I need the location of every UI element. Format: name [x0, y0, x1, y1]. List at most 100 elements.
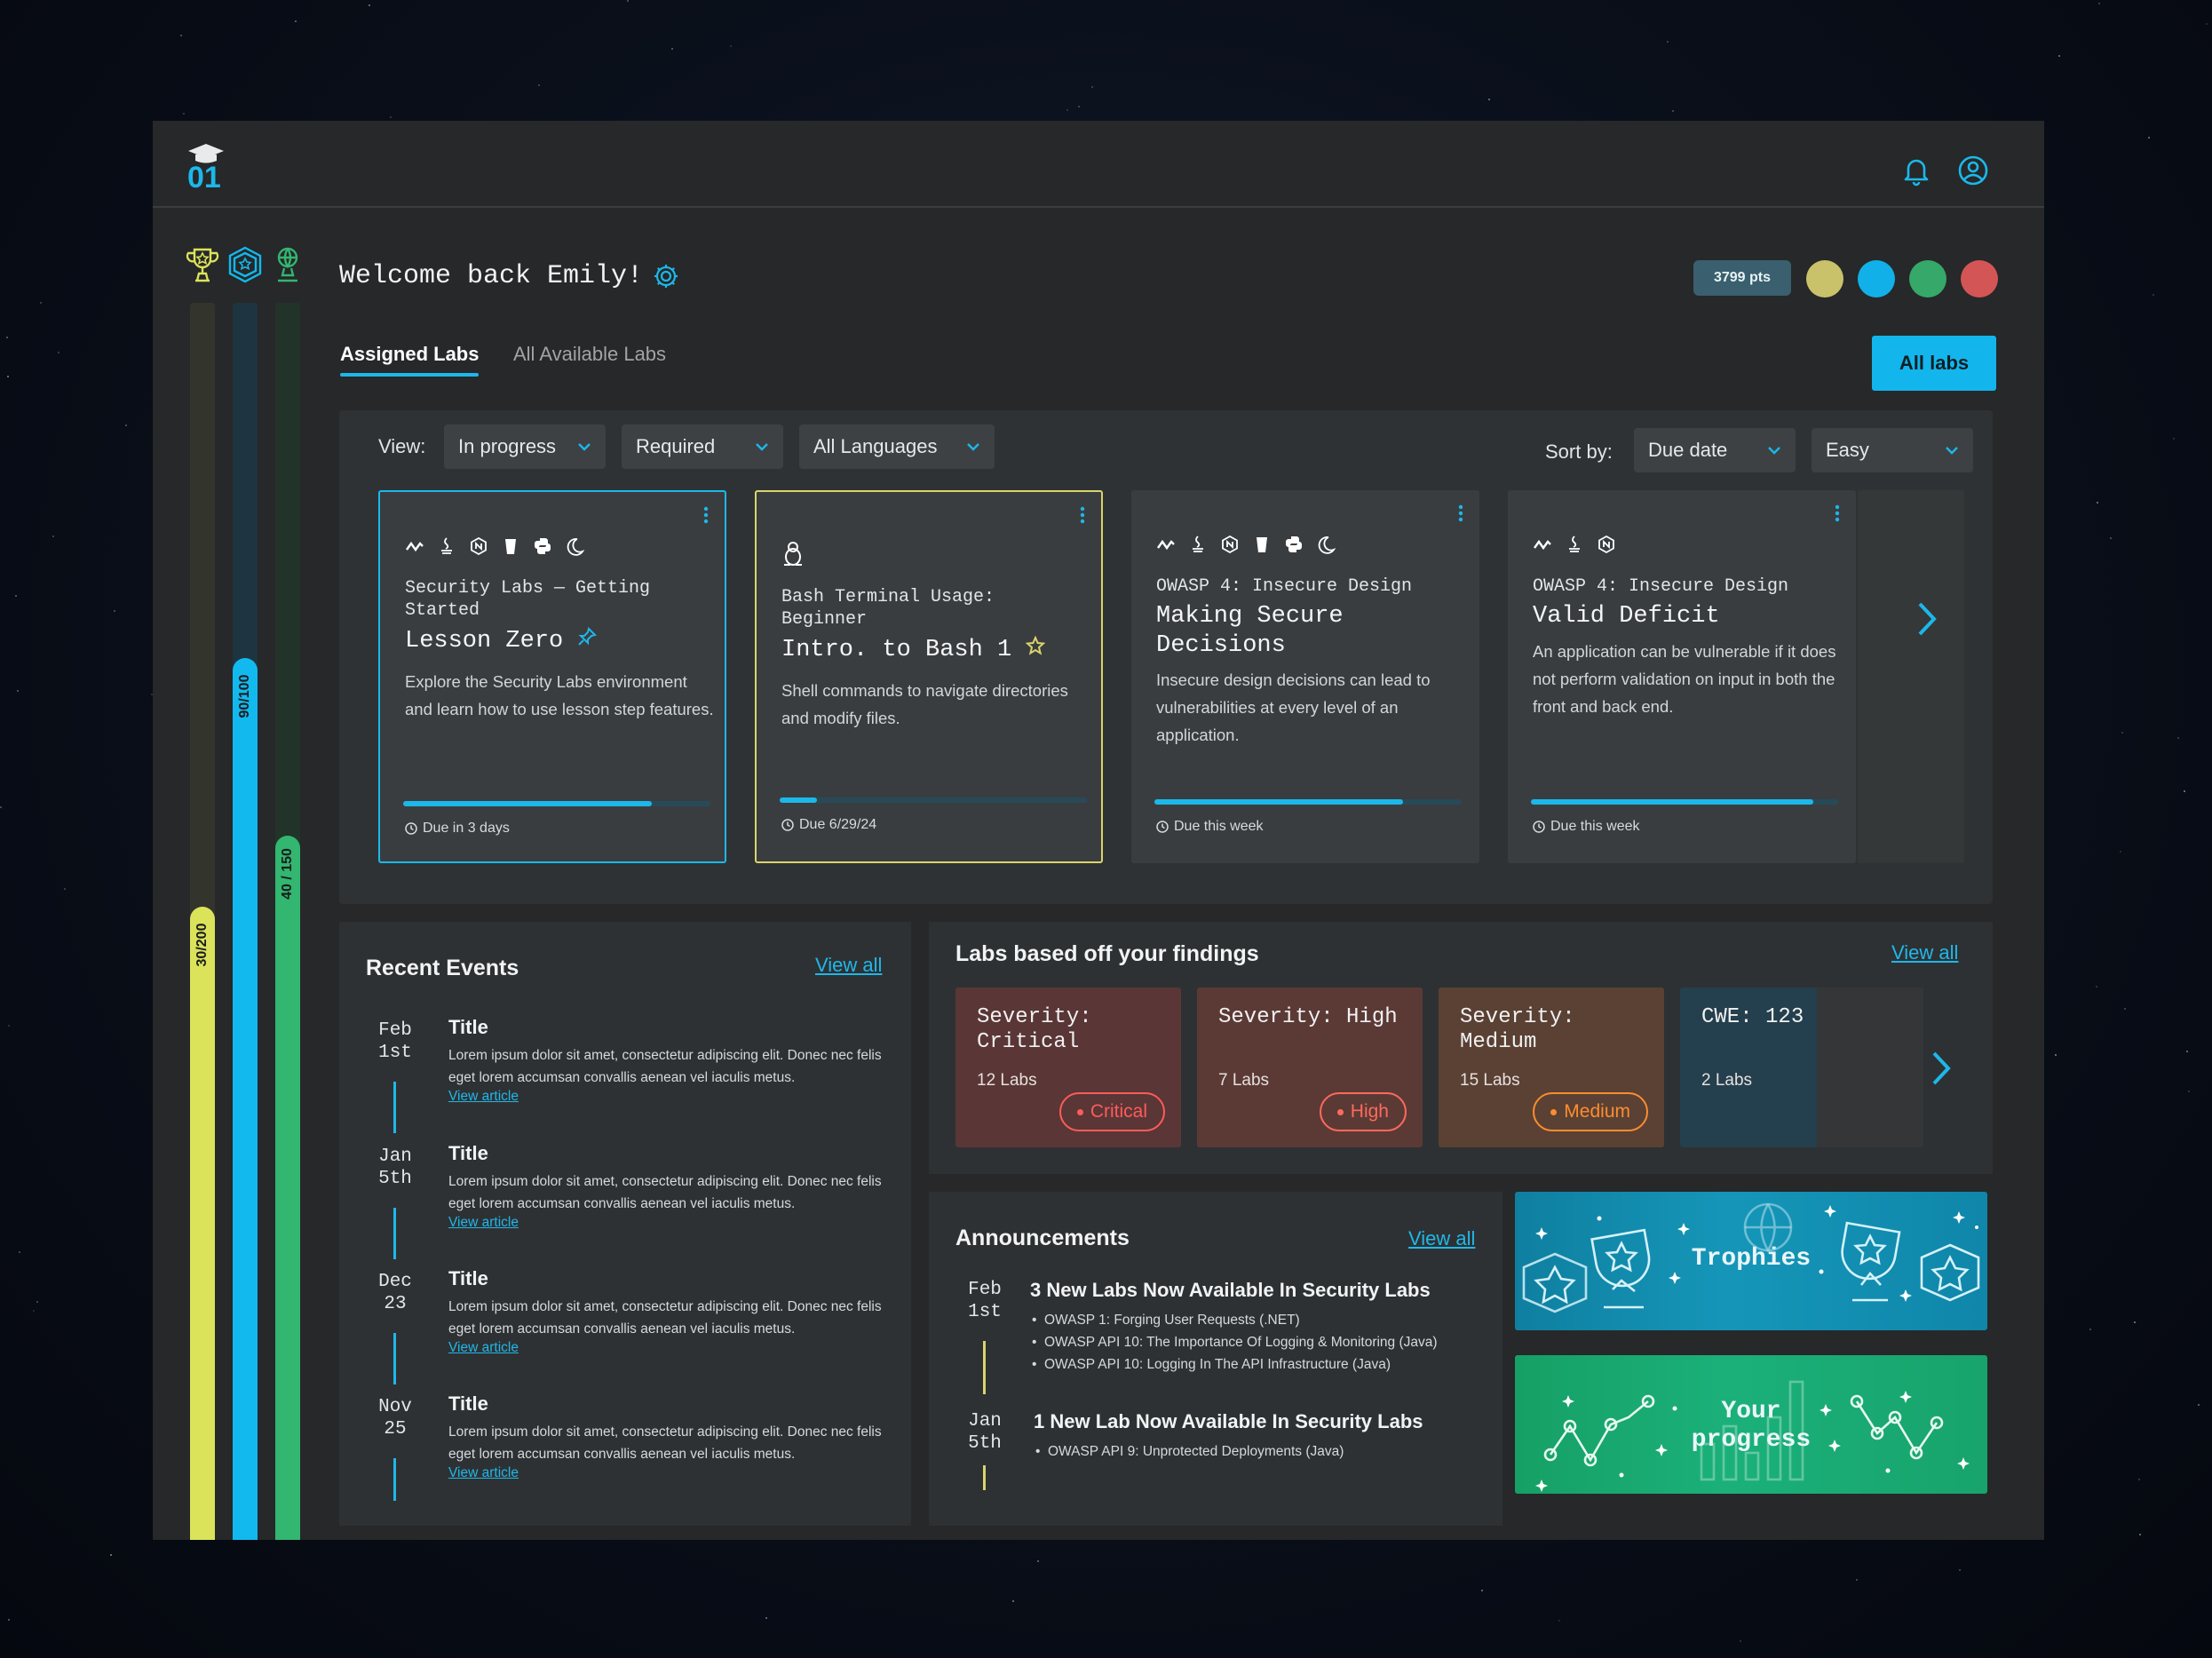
chevron-right-icon[interactable]: [1927, 1046, 1954, 1091]
star: [2188, 1091, 2190, 1092]
lab-card-due: Due 6/29/24: [781, 817, 876, 833]
color-dot-green[interactable]: [1909, 260, 1946, 297]
cup-icon: [1252, 535, 1272, 554]
color-dot-red[interactable]: [1961, 260, 1998, 297]
finding-card-next-peek: [1817, 988, 1923, 1147]
lab-card-title: Intro. to Bash 1: [781, 635, 1083, 665]
lab-card-due-text: Due 6/29/24: [799, 817, 877, 832]
progress-bar-label: 90/100: [237, 674, 252, 718]
star: [33, 1310, 35, 1312]
star: [2097, 502, 2098, 504]
lab-card-subtitle: Bash Terminal Usage: Beginner: [781, 587, 995, 630]
finding-card-critical[interactable]: Severity: Critical 12 Labs Critical: [955, 988, 1181, 1147]
chevron-down-icon: [1946, 447, 1958, 455]
star: [17, 690, 19, 692]
finding-card-title: Severity: High: [1218, 1005, 1398, 1029]
languages-dropdown[interactable]: All Languages: [799, 424, 995, 469]
announcement-bullet: OWASP API 10: Logging In The API Infrast…: [1032, 1353, 1438, 1376]
star: [0, 806, 2, 808]
findings-title: Labs based off your findings: [955, 941, 1259, 966]
lab-card-description: Insecure design decisions can lead to vu…: [1156, 670, 1431, 744]
star: [40, 302, 42, 304]
globe-trophy-icon[interactable]: [270, 245, 305, 284]
tab-assigned-labs[interactable]: Assigned Labs: [340, 343, 480, 377]
star: [2055, 1054, 2057, 1056]
kebab-menu-icon[interactable]: [703, 506, 709, 524]
event-view-article-link[interactable]: View article: [448, 1215, 519, 1231]
required-dropdown[interactable]: Required: [622, 424, 783, 469]
chevron-down-icon: [756, 443, 768, 451]
all-labs-button[interactable]: All labs: [1872, 336, 1996, 391]
star: [2124, 1008, 2126, 1010]
sort-dropdown-value: Due date: [1648, 439, 1728, 461]
timeline-line: [393, 1208, 396, 1259]
welcome-heading: Welcome back Emily!: [339, 261, 680, 291]
finding-card-title: Severity: Critical: [977, 1005, 1092, 1054]
your-progress-tile[interactable]: Your progress: [1515, 1355, 1987, 1494]
event-view-article-link[interactable]: View article: [448, 1465, 519, 1481]
star: [627, 0, 629, 2]
view-dropdown[interactable]: In progress: [444, 424, 606, 469]
php-icon: [1316, 535, 1336, 554]
announcements-view-all-link[interactable]: View all: [1408, 1227, 1475, 1250]
recent-events-view-all-link[interactable]: View all: [815, 954, 882, 977]
trophy-icon[interactable]: [185, 245, 220, 284]
star: [2120, 851, 2121, 853]
color-dot-blue[interactable]: [1858, 260, 1895, 297]
event-body: Lorem ipsum dolor sit amet, consectetur …: [448, 1048, 882, 1085]
finding-card-high[interactable]: Severity: High 7 Labs High: [1197, 988, 1423, 1147]
star-icon[interactable]: [1026, 635, 1046, 655]
chevron-right-icon[interactable]: [1913, 597, 1939, 641]
progress-bar-track-trophies: 30/200: [190, 303, 215, 1540]
kebab-menu-icon[interactable]: [1458, 504, 1463, 522]
star: [1672, 110, 1674, 112]
lab-card-due-text: Due this week: [1550, 819, 1640, 834]
star: [2110, 537, 2112, 539]
lab-card-intro-to-bash[interactable]: Bash Terminal Usage: Beginner Intro. to …: [755, 490, 1103, 863]
trophies-label: Trophies: [1691, 1245, 1812, 1273]
gear-icon[interactable]: [652, 262, 680, 290]
award-icons: [185, 245, 305, 284]
star: [1037, 1560, 1039, 1562]
star: [2153, 294, 2154, 296]
lab-card-title-text: Intro. to Bash 1: [781, 637, 1012, 663]
star: [1856, 1579, 1858, 1581]
linux-icon: [781, 540, 805, 567]
chevron-down-icon: [578, 443, 591, 451]
bell-icon[interactable]: [1900, 155, 1932, 186]
nodejs-icon: [469, 536, 488, 556]
star: [52, 535, 54, 537]
kebab-menu-icon[interactable]: [1835, 504, 1840, 522]
lab-card-progress-track: [1154, 799, 1462, 805]
lab-card-making-secure-decisions[interactable]: OWASP 4: Insecure Design Making Secure D…: [1131, 490, 1479, 863]
tab-all-available-labs[interactable]: All Available Labs: [513, 343, 666, 366]
difficulty-dropdown[interactable]: Easy: [1812, 428, 1973, 472]
event-view-article-link[interactable]: View article: [448, 1089, 519, 1105]
lab-card-next-peek: [1858, 490, 1964, 863]
event-title: Title: [448, 1267, 488, 1289]
logo-icon[interactable]: 01: [186, 140, 226, 194]
kebab-menu-icon[interactable]: [1080, 506, 1085, 524]
star: [2098, 3, 2100, 4]
python-icon: [533, 536, 552, 556]
dotnet-icon: [405, 536, 424, 556]
pin-icon[interactable]: [577, 627, 598, 647]
announcement-list: OWASP 1: Forging User Requests (.NET) OW…: [1032, 1309, 1438, 1376]
star: [1066, 109, 1068, 111]
clock-icon: [781, 819, 794, 831]
badge-icon[interactable]: [227, 245, 263, 284]
star: [671, 48, 673, 50]
event-view-article-link[interactable]: View article: [448, 1340, 519, 1356]
your-progress-label-line1: Your: [1721, 1398, 1781, 1425]
findings-view-all-link[interactable]: View all: [1891, 941, 1958, 964]
sort-dropdown[interactable]: Due date: [1634, 428, 1796, 472]
user-circle-icon[interactable]: [1957, 155, 1989, 186]
languages-dropdown-value: All Languages: [813, 435, 938, 457]
star: [369, 4, 370, 6]
lab-card-valid-deficit[interactable]: OWASP 4: Insecure Design Valid Deficit A…: [1508, 490, 1856, 863]
lab-card-description: Shell commands to navigate directories a…: [781, 681, 1068, 727]
color-dot-yellow[interactable]: [1806, 260, 1843, 297]
finding-card-medium[interactable]: Severity: Medium 15 Labs Medium: [1439, 988, 1664, 1147]
trophies-tile[interactable]: Trophies: [1515, 1192, 1987, 1330]
lab-card-lesson-zero[interactable]: Security Labs — Getting Started Lesson Z…: [378, 490, 726, 863]
